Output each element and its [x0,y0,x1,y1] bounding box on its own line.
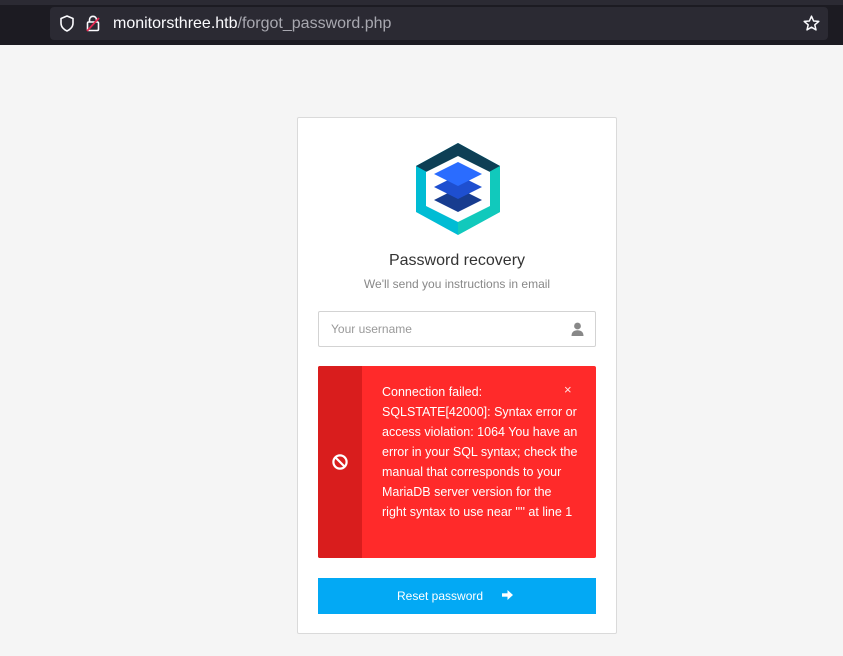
lock-icon[interactable] [86,15,100,32]
bookmark-star-icon[interactable] [803,15,820,32]
browser-toolbar: monitorsthree.htb/forgot_password.php [0,0,843,45]
alert-message: Connection failed: SQLSTATE[42000]: Synt… [382,385,578,519]
arrow-right-icon [502,590,513,600]
alert-close-button[interactable]: × [564,383,572,397]
address-bar[interactable]: monitorsthree.htb/forgot_password.php [50,7,828,40]
password-recovery-card: Password recovery We'll send you instruc… [297,117,617,634]
page-subtitle: We'll send you instructions in email [363,277,551,291]
user-icon [571,322,584,336]
reset-password-label: Reset password [397,589,484,603]
monitorsthree-logo [416,143,500,235]
url-path: /forgot_password.php [237,15,392,32]
url-host: monitorsthree.htb [113,15,238,32]
error-alert: Connection failed: SQLSTATE[42000]: Synt… [318,366,596,558]
ban-icon [332,454,348,470]
tab-strip-edge [0,0,843,5]
page-title: Password recovery [388,252,526,269]
shield-icon[interactable] [59,15,75,32]
username-field[interactable] [318,311,596,347]
url-text[interactable]: monitorsthree.htb/forgot_password.php [113,15,391,33]
reset-password-button[interactable]: Reset password [318,578,596,614]
username-input[interactable] [319,312,559,346]
